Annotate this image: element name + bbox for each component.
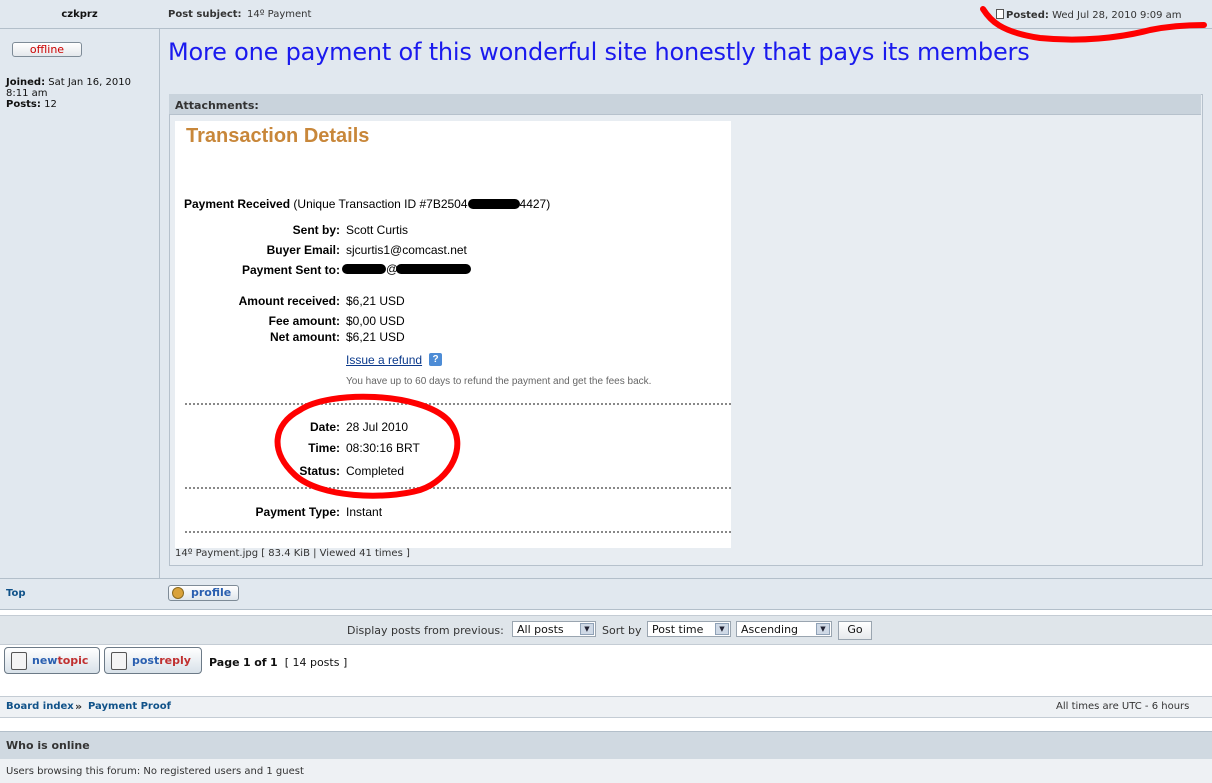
post-icon[interactable] [996, 9, 1004, 19]
post-reply-label-b: reply [159, 654, 191, 667]
posts-label: Posts: [6, 99, 41, 110]
payment-received-label: Payment Received [184, 197, 291, 211]
refund-note: You have up to 60 days to refund the pay… [346, 376, 652, 387]
redaction-mark [396, 264, 471, 274]
who-is-online-header [0, 731, 1212, 760]
new-topic-icon [11, 652, 27, 670]
issue-refund-link[interactable]: Issue a refund [346, 353, 422, 367]
attachments-label: Attachments: [175, 99, 259, 112]
new-topic-button[interactable]: newtopic [4, 647, 100, 674]
redaction-mark [342, 264, 386, 274]
subject-label: Post subject: [168, 9, 242, 20]
joined-info: Joined: Sat Jan 16, 2010 8:11 am Posts: … [6, 77, 131, 110]
fee-amount-label: Fee amount: [268, 314, 340, 328]
posts-filter-value: All posts [517, 623, 564, 636]
breadcrumb-separator: » [75, 700, 83, 713]
sort-by-label: Sort by [602, 624, 642, 637]
date-label: Date: [309, 420, 340, 434]
profile-icon [172, 587, 184, 599]
sent-by-label: Sent by: [292, 223, 340, 237]
post-reply-button[interactable]: postreply [104, 647, 202, 674]
who-is-online-text: Users browsing this forum: No registered… [6, 766, 304, 777]
payment-received-line: Payment Received (Unique Transaction ID … [184, 197, 550, 211]
post-count: [ 14 posts ] [284, 656, 348, 669]
posted-label: Posted: [1006, 10, 1049, 21]
offline-status-button: offline [12, 42, 82, 57]
attachments-header [169, 94, 1201, 115]
payment-type-value: Instant [346, 505, 383, 519]
buyer-email-label: Buyer Email: [266, 243, 340, 257]
post-reply-label-a: post [132, 654, 160, 667]
divider [185, 531, 731, 533]
posts-filter-select[interactable]: All posts ▼ [512, 621, 596, 637]
status-label: Status: [299, 464, 340, 478]
net-amount-label: Net amount: [270, 330, 340, 344]
of-word: of [254, 656, 267, 669]
buyer-email-value: sjcurtis1@comcast.net [346, 243, 467, 257]
who-is-online-title: Who is online [6, 739, 90, 752]
page-word: Page [209, 656, 240, 669]
timezone-info: All times are UTC - 6 hours [1056, 701, 1190, 712]
author-name[interactable]: czkprz [0, 9, 159, 20]
attachment-image[interactable]: Transaction Details Payment Received (Un… [175, 121, 731, 548]
sort-order-value: Ascending [741, 623, 799, 636]
net-amount-value: $6,21 USD [346, 330, 405, 344]
new-topic-label: newtopic [32, 648, 88, 673]
help-icon[interactable]: ? [429, 353, 442, 366]
dropdown-arrow-icon[interactable]: ▼ [715, 623, 729, 635]
transaction-title: Transaction Details [186, 125, 370, 147]
joined-value: Sat Jan 16, 2010 [48, 77, 131, 88]
attachment-file-info[interactable]: 14º Payment.jpg [ 83.4 KiB | Viewed 41 t… [175, 548, 410, 559]
fee-amount-value: $0,00 USD [346, 314, 405, 328]
pagination-info: Page 1 of 1 [ 14 posts ] [209, 656, 347, 669]
amount-received-label: Amount received: [238, 294, 340, 308]
post-body-text: More one payment of this wonderful site … [168, 38, 1030, 66]
breadcrumb-payment-proof[interactable]: Payment Proof [88, 701, 171, 712]
profile-button[interactable]: profile [168, 585, 239, 601]
amount-received-value: $6,21 USD [346, 294, 405, 308]
breadcrumb-bar [0, 696, 1212, 718]
posts-value: 12 [44, 99, 57, 110]
time-label: Time: [308, 441, 340, 455]
sent-by-value: Scott Curtis [346, 223, 409, 237]
payment-received-id-suffix: 4427) [519, 197, 551, 211]
date-value: 28 Jul 2010 [346, 420, 409, 434]
posted-info: Posted: Wed Jul 28, 2010 9:09 am [996, 9, 1182, 21]
new-topic-label-a: new [32, 654, 58, 667]
subject-value: 14º Payment [247, 9, 312, 20]
payment-received-id-prefix: (Unique Transaction ID #7B2504 [293, 197, 468, 211]
post-reply-icon [111, 652, 127, 670]
redaction-mark [467, 199, 520, 209]
dropdown-arrow-icon[interactable]: ▼ [816, 623, 830, 635]
time-value: 08:30:16 BRT [346, 441, 420, 455]
divider [185, 403, 731, 405]
new-topic-label-b: topic [57, 654, 89, 667]
breadcrumb-board-index[interactable]: Board index [6, 701, 74, 712]
sort-field-select[interactable]: Post time ▼ [647, 621, 731, 637]
joined-label: Joined: [6, 77, 46, 88]
payment-type-label: Payment Type: [255, 505, 340, 519]
divider [185, 487, 731, 489]
post-reply-label: postreply [132, 648, 191, 673]
payment-sent-to-label: Payment Sent to: [241, 263, 340, 277]
posted-value: Wed Jul 28, 2010 9:09 am [1052, 10, 1182, 21]
profile-button-label: profile [191, 586, 232, 599]
status-value: Completed [346, 464, 405, 478]
sort-order-select[interactable]: Ascending ▼ [736, 621, 832, 637]
dropdown-arrow-icon[interactable]: ▼ [580, 623, 594, 635]
display-posts-label: Display posts from previous: [347, 624, 504, 637]
total-pages: 1 [270, 656, 278, 669]
top-link[interactable]: Top [6, 588, 26, 599]
current-page: 1 [243, 656, 251, 669]
joined-time: 8:11 am [6, 88, 48, 99]
sort-field-value: Post time [652, 623, 704, 636]
go-button[interactable]: Go [838, 621, 872, 640]
